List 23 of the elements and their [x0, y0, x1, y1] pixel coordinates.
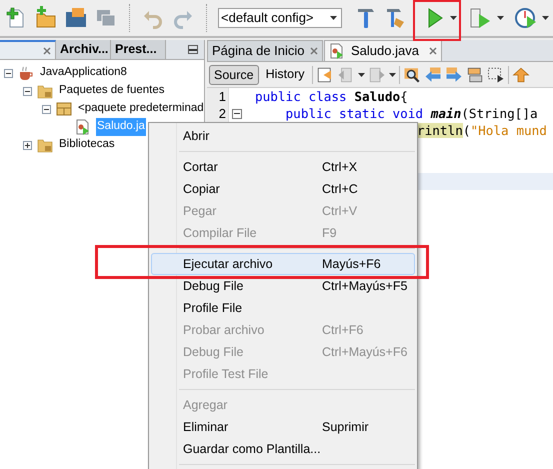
- menu-item[interactable]: Cortar Ctrl+X: [151, 156, 415, 178]
- tree-item[interactable]: JavaApplication8: [39, 64, 128, 82]
- view-toggle[interactable]: Source: [209, 64, 259, 84]
- code-line: public class Saludo{: [255, 88, 408, 106]
- tree-item[interactable]: Paquetes de fuentes: [58, 82, 166, 100]
- menu-item[interactable]: Debug File Ctrl+Mayús+F5: [151, 275, 415, 297]
- editor-tab[interactable]: Saludo.java: [324, 40, 442, 61]
- tree-item[interactable]: <paquete predeterminad: [77, 100, 204, 118]
- menu-item[interactable]: Abrir: [151, 125, 415, 147]
- menu-item[interactable]: Eliminar Suprimir: [151, 416, 415, 438]
- view-toggle[interactable]: History: [262, 64, 309, 84]
- panel-tab[interactable]: Archiv...: [56, 40, 111, 59]
- line-number: 2: [218, 104, 226, 123]
- line-number: 1: [218, 88, 226, 106]
- menu-item[interactable]: Copiar Ctrl+C: [151, 178, 415, 200]
- panel-tab[interactable]: Prest...: [111, 40, 166, 59]
- code-line: public static void main(String[]a: [284, 104, 538, 123]
- menu-item[interactable]: Guardar como Plantilla...: [151, 438, 415, 460]
- tree-item[interactable]: Bibliotecas: [58, 136, 116, 154]
- menu-item[interactable]: Profile File: [151, 297, 415, 319]
- menu-item[interactable]: Ejecutar archivo Mayús+F6: [151, 253, 415, 275]
- editor-tab[interactable]: Página de Inicio: [207, 40, 323, 61]
- config-dropdown[interactable]: <default config>: [218, 8, 342, 28]
